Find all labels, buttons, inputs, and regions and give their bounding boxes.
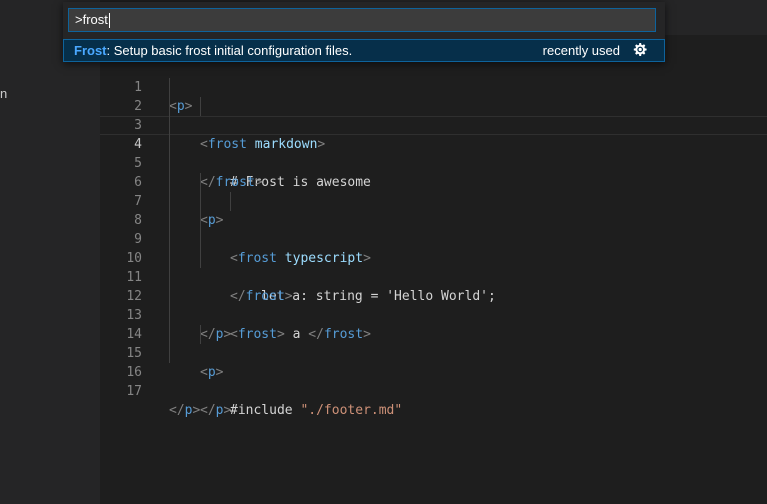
indent-guide: [169, 287, 170, 306]
indent-guide: [169, 116, 170, 135]
code-line: 6 <p>: [100, 154, 767, 228]
indent-guide: [169, 135, 170, 154]
code-editor[interactable]: 1 <p> 2 <frost markdown> 3 # Frost is aw…: [100, 35, 767, 504]
tag-bracket: </: [200, 403, 216, 418]
indent-guide: [169, 344, 170, 363]
code-directive: #include: [230, 403, 301, 418]
code-line-current: 4 </frost>: [100, 116, 767, 190]
indent-guide: [169, 97, 170, 116]
command-result-description: : Setup basic frost initial configuratio…: [106, 43, 353, 58]
command-result-item[interactable]: Frost: Setup basic frost initial configu…: [63, 39, 665, 62]
code-line: 15 #include "./footer.md": [100, 325, 767, 418]
code-string: "./footer.md": [300, 403, 403, 418]
command-result-label: Frost: Setup basic frost initial configu…: [74, 40, 352, 61]
code-line: 16 </p>: [100, 344, 767, 418]
code-line: 9 </frost>: [100, 211, 767, 304]
gear-icon[interactable]: [632, 42, 648, 58]
indent-guide: [200, 249, 201, 268]
indent-guide: [200, 325, 201, 344]
line-number: 17: [126, 384, 142, 399]
indent-guide: [169, 325, 170, 344]
code-line: 8 let a: string = 'Hello World';: [100, 192, 767, 304]
code-line: 2 <frost markdown>: [100, 78, 767, 152]
indent-guide: [169, 268, 170, 287]
indent-guide: [169, 249, 170, 268]
indent-guide: [200, 173, 201, 192]
indent-guide: [169, 154, 170, 173]
code-line: 11 <frost> a </frost>: [100, 249, 767, 342]
code-line: 10: [100, 230, 767, 266]
tag-bracket: >: [223, 403, 232, 418]
indent-guide: [200, 211, 201, 230]
indent-guide: [200, 97, 201, 116]
indent-guide: [169, 173, 170, 192]
command-palette: >frost Frost: Setup basic frost initial …: [63, 2, 665, 62]
code-line: 12 </p>: [100, 268, 767, 342]
code-line: 7 <frost typescript>: [100, 173, 767, 266]
code-line: 5: [100, 135, 767, 171]
code-line: 17 </p>: [100, 363, 767, 418]
indent-guide: [169, 211, 170, 230]
indent-guide: [169, 230, 170, 249]
code-line: 14 <p>: [100, 306, 767, 380]
tag-bracket: >: [192, 403, 201, 418]
recently-used-badge: recently used: [542, 43, 620, 58]
indent-guide: [200, 192, 201, 211]
text-caret: [108, 13, 110, 29]
code-area: 1 <p> 2 <frost markdown> 3 # Frost is aw…: [100, 59, 767, 418]
code-line: 13: [100, 287, 767, 323]
command-palette-input-value: >frost: [75, 12, 108, 27]
sidebar: n: [0, 0, 100, 504]
sidebar-label-fragment: n: [0, 86, 8, 101]
code-line: 3 # Frost is awesome: [100, 97, 767, 190]
command-result-match: Frost: [74, 43, 107, 58]
indent-guide: [230, 192, 231, 211]
indent-guide: [200, 230, 201, 249]
indent-guide: [169, 78, 170, 97]
tag-bracket: </: [169, 403, 185, 418]
indent-guide: [169, 306, 170, 325]
indent-guide: [169, 192, 170, 211]
command-palette-input[interactable]: >frost: [68, 8, 656, 32]
